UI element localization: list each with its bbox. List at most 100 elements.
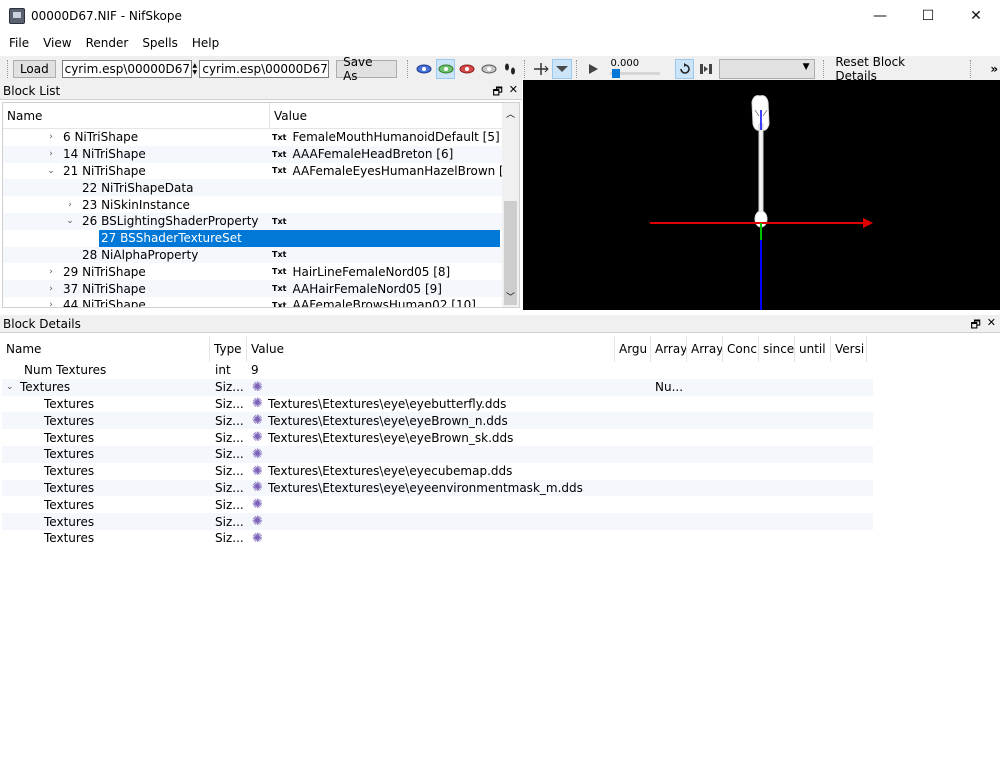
tree-row[interactable]: › 23 NiSkinInstance xyxy=(3,196,519,213)
menu-spells[interactable]: Spells xyxy=(135,36,185,50)
loop-icon[interactable] xyxy=(674,59,695,79)
chevron-right-icon[interactable]: › xyxy=(45,149,57,159)
time-slider-thumb[interactable] xyxy=(611,69,620,78)
column-header-name[interactable]: Name xyxy=(2,336,210,362)
load-button[interactable]: Load xyxy=(12,60,56,78)
render-viewport[interactable] xyxy=(523,80,1000,310)
details-row-value-cell[interactable]: ✺ xyxy=(247,381,615,394)
details-row-value-cell[interactable]: ✺ xyxy=(247,448,615,461)
toolbar-grip[interactable] xyxy=(7,60,10,78)
save-path-input[interactable]: cyrim.esp\00000D67.NIF xyxy=(199,60,330,78)
details-row[interactable]: Textures Siz... ✺ xyxy=(2,530,873,547)
view-eye-red-icon[interactable] xyxy=(457,59,477,79)
view-eye-gray-icon[interactable] xyxy=(479,59,499,79)
details-row[interactable]: Textures Siz... ✺ Textures\Etextures\eye\ey… xyxy=(2,412,873,430)
menu-view[interactable]: View xyxy=(36,36,78,50)
details-row[interactable]: Textures Siz... ✺ Textures\Etextures\eye\ey… xyxy=(2,396,873,413)
tree-row[interactable]: › 37 NiTriShape Txt AAHairFemaleNord05 [9] xyxy=(3,280,519,297)
save-as-button[interactable]: Save As xyxy=(336,55,397,83)
chevron-right-icon[interactable]: › xyxy=(45,267,57,277)
details-row-value-cell[interactable]: ✺ Textures\Etextures\eye\eyeBrown_sk.dds xyxy=(247,431,615,445)
chevron-right-icon[interactable]: › xyxy=(45,132,57,142)
float-icon[interactable]: 🗗 xyxy=(492,83,502,102)
switch-icon[interactable] xyxy=(696,59,716,79)
column-header-version[interactable]: Versi xyxy=(831,336,867,362)
block-list-scrollbar[interactable]: ︿ ﹀ xyxy=(502,103,519,307)
details-row-value-cell[interactable]: ✺ Textures\Etextures\eye\eyeBrown_n.dds xyxy=(247,414,615,428)
tree-row[interactable]: 22 NiTriShapeData xyxy=(3,179,519,197)
toolbar-grip[interactable] xyxy=(524,60,527,78)
details-row[interactable]: Num Textures int 9 xyxy=(2,362,873,379)
details-row[interactable]: ⌄ Textures Siz... ✺ Nu... xyxy=(2,378,873,396)
details-row[interactable]: Textures Siz... ✺ Textures\Etextures\eye\ey… xyxy=(2,429,873,446)
chevron-right-icon[interactable]: › xyxy=(64,200,76,210)
details-row-value-cell[interactable]: ✺ Textures\Etextures\eye\eyebutterfly.dds xyxy=(247,397,615,411)
details-row[interactable]: Textures Siz... ✺ xyxy=(2,496,873,513)
tree-row[interactable]: 27 BSShaderTextureSet xyxy=(3,229,519,247)
toolbar-grip[interactable] xyxy=(970,60,973,78)
details-row-value-cell[interactable]: ✺ Textures\Etextures\eye\eyeenvironmentma… xyxy=(247,481,615,495)
column-header-until[interactable]: until xyxy=(795,336,831,362)
time-slider[interactable]: 0.000 xyxy=(606,58,661,79)
column-header-value[interactable]: Value xyxy=(270,103,519,128)
column-header-array2[interactable]: Array xyxy=(687,336,723,362)
column-header-type[interactable]: Type xyxy=(210,336,247,362)
block-list-tree[interactable]: Name Value › 6 NiTriShape Txt FemaleMouthHu… xyxy=(2,102,520,308)
details-row[interactable]: Textures Siz... ✺ Textures\Etextures\eye\ey… xyxy=(2,479,873,497)
scroll-up-icon[interactable]: ︿ xyxy=(506,107,515,120)
details-row-value-cell[interactable]: ✺ xyxy=(247,532,615,545)
details-row-value-cell[interactable]: ✺ xyxy=(247,515,615,528)
details-row-value-cell[interactable]: 9 xyxy=(247,363,615,377)
view-eye-blue-icon[interactable] xyxy=(414,59,434,79)
toolbar-grip[interactable] xyxy=(576,60,579,78)
column-header-value[interactable]: Value xyxy=(247,336,615,362)
chevron-down-icon[interactable]: ⌄ xyxy=(64,216,76,226)
chevron-right-icon[interactable]: › xyxy=(45,284,57,294)
chevron-right-icon[interactable]: › xyxy=(45,300,57,307)
details-row[interactable]: Textures Siz... ✺ xyxy=(2,445,873,463)
toolbar-grip[interactable] xyxy=(407,60,410,78)
minimize-button[interactable]: — xyxy=(856,0,904,32)
close-icon[interactable]: ✕ xyxy=(509,83,518,102)
chevron-down-icon[interactable]: ⌄ xyxy=(6,382,20,392)
tree-row[interactable]: ⌄ 21 NiTriShape Txt AAFemaleEyesHumanHazelB… xyxy=(3,163,519,180)
column-header-condition[interactable]: Conc xyxy=(723,336,759,362)
tree-row[interactable]: 28 NiAlphaProperty Txt xyxy=(3,246,519,264)
footprints-icon[interactable] xyxy=(501,59,521,79)
details-row[interactable]: Textures Siz... ✺ Textures\Etextures\eye\ey… xyxy=(2,463,873,480)
view-down-icon[interactable] xyxy=(552,59,573,79)
maximize-button[interactable]: ☐ xyxy=(904,0,952,32)
axes-icon[interactable] xyxy=(531,59,551,79)
float-icon[interactable]: 🗗 xyxy=(970,316,980,335)
load-path-spinner[interactable]: ▲ ▼ xyxy=(193,60,199,78)
animation-select[interactable]: ▼ xyxy=(718,59,815,79)
scroll-down-icon[interactable]: ﹀ xyxy=(506,290,515,303)
close-icon[interactable]: ✕ xyxy=(987,316,996,335)
details-row-value-cell[interactable]: ✺ xyxy=(247,498,615,511)
menu-file[interactable]: File xyxy=(2,36,36,50)
menu-help[interactable]: Help xyxy=(185,36,226,50)
reset-block-details-button[interactable]: Reset Block Details xyxy=(829,55,953,83)
details-row[interactable]: Textures Siz... ✺ xyxy=(2,513,873,530)
tree-row-name: 28 NiAlphaProperty xyxy=(82,247,199,262)
tree-row[interactable]: › 14 NiTriShape Txt AAAFemaleHeadBreton [6] xyxy=(3,145,519,163)
details-row-value-cell[interactable]: ✺ Textures\Etextures\eye\eyecubemap.dds xyxy=(247,464,615,478)
toolbar-grip[interactable] xyxy=(823,60,826,78)
tree-row[interactable]: ⌄ 26 BSLightingShaderProperty Txt xyxy=(3,212,519,230)
load-path-input[interactable]: cyrim.esp\00000D67.NIF xyxy=(61,60,192,78)
block-details-table[interactable]: Name Type Value Argu Array Array Conc si… xyxy=(2,336,998,765)
column-header-array1[interactable]: Array xyxy=(651,336,687,362)
column-header-name[interactable]: Name xyxy=(3,103,270,128)
column-header-since[interactable]: since xyxy=(759,336,795,362)
column-header-argument[interactable]: Argu xyxy=(615,336,651,362)
menu-render[interactable]: Render xyxy=(79,36,136,50)
tree-row[interactable]: › 6 NiTriShape Txt FemaleMouthHumanoidDefau… xyxy=(3,129,519,146)
toolbar-overflow-button[interactable]: » xyxy=(976,62,1000,76)
close-button[interactable]: ✕ xyxy=(952,0,1000,32)
texture-gear-icon: ✺ xyxy=(252,531,263,545)
view-eye-green-icon[interactable] xyxy=(435,59,456,79)
tree-row[interactable]: › 44 NiTriShape Txt AAFemaleBrowsHuman02 [1… xyxy=(3,297,519,307)
chevron-down-icon[interactable]: ⌄ xyxy=(45,166,57,176)
play-icon[interactable] xyxy=(583,59,603,79)
tree-row[interactable]: › 29 NiTriShape Txt HairLineFemaleNord05 [8… xyxy=(3,263,519,280)
